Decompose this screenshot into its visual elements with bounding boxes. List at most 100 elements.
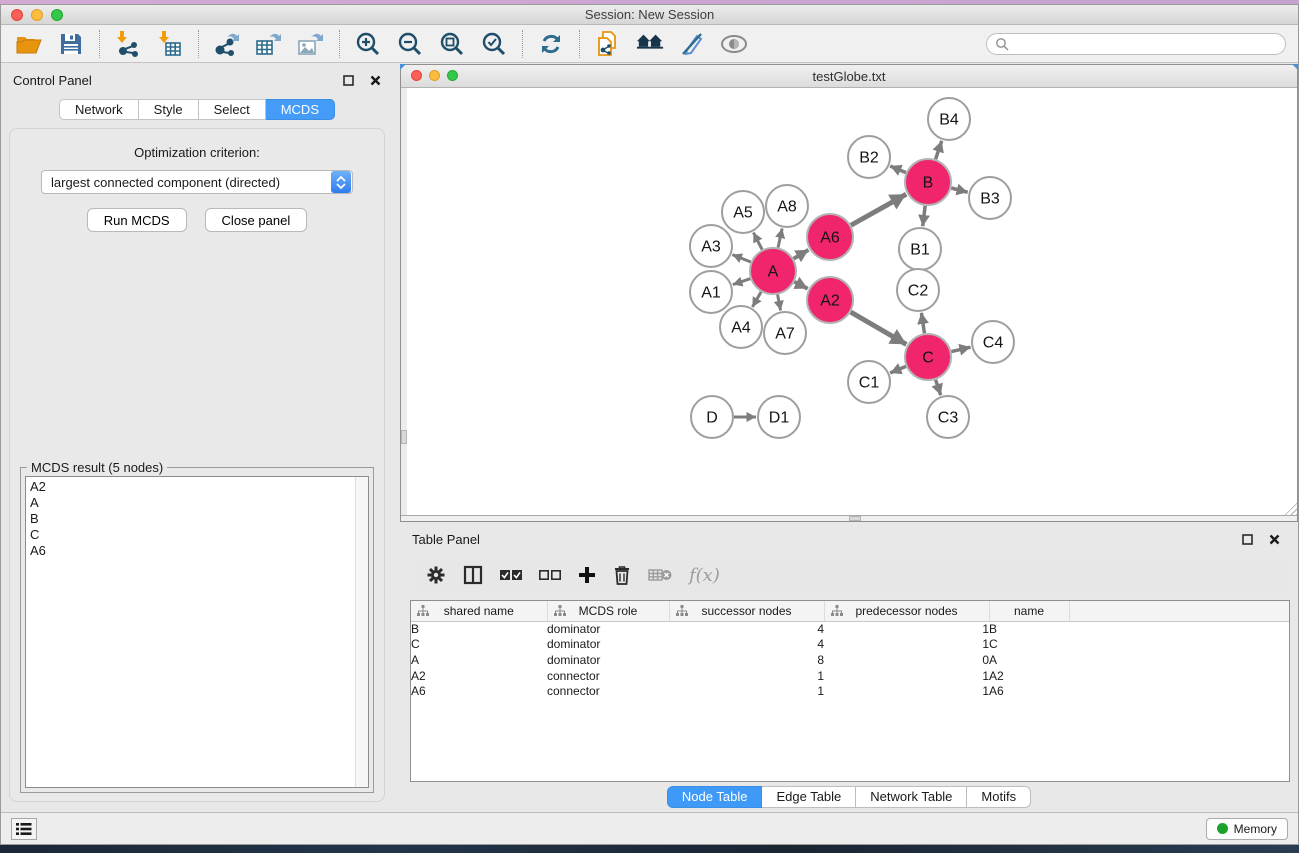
node-C1[interactable]: C1: [848, 361, 890, 403]
edge-A-A7[interactable]: [778, 295, 781, 311]
column-header-successor-nodes[interactable]: successor nodes: [669, 601, 824, 621]
edge-A-A1[interactable]: [733, 279, 750, 285]
close-window-button[interactable]: [11, 9, 23, 21]
home-layout-icon[interactable]: [636, 30, 664, 58]
edge-A-A6[interactable]: [794, 250, 809, 259]
node-C4[interactable]: C4: [972, 321, 1014, 363]
node-A5[interactable]: A5: [722, 191, 764, 233]
edge-B-B4[interactable]: [936, 141, 942, 159]
table-row[interactable]: Adominator80A: [411, 652, 1289, 668]
table-row[interactable]: A6connector11A6: [411, 683, 1289, 699]
edge-B-B1[interactable]: [923, 206, 925, 226]
close-panel-button[interactable]: Close panel: [205, 208, 308, 232]
tab-motifs[interactable]: Motifs: [967, 786, 1031, 808]
node-C[interactable]: C: [905, 334, 951, 380]
edge-C-C1[interactable]: [890, 366, 906, 373]
column-header-name[interactable]: name: [989, 601, 1069, 621]
close-panel-icon[interactable]: [1269, 534, 1280, 545]
close-panel-icon[interactable]: [370, 75, 381, 86]
run-mcds-button[interactable]: Run MCDS: [87, 208, 187, 232]
zoom-selected-icon[interactable]: [480, 30, 508, 58]
select-all-icon[interactable]: [500, 569, 522, 581]
network-minimize-button[interactable]: [429, 70, 440, 81]
add-column-icon[interactable]: [578, 566, 596, 584]
export-network-icon[interactable]: [213, 30, 241, 58]
column-header-predecessor-nodes[interactable]: predecessor nodes: [824, 601, 989, 621]
node-B1[interactable]: B1: [899, 228, 941, 270]
node-A8[interactable]: A8: [766, 185, 808, 227]
zoom-out-icon[interactable]: [396, 30, 424, 58]
column-header-shared-name[interactable]: shared name: [411, 601, 547, 621]
show-graphics-details-icon[interactable]: [720, 30, 748, 58]
edge-A2-C[interactable]: [851, 312, 907, 344]
function-builder-icon[interactable]: f(x): [689, 565, 720, 586]
delete-table-icon[interactable]: [648, 567, 672, 583]
network-horizontal-scrollbar[interactable]: [401, 515, 1297, 521]
node-D[interactable]: D: [691, 396, 733, 438]
mcds-result-item[interactable]: A2: [30, 479, 355, 495]
float-panel-icon[interactable]: [1242, 534, 1253, 545]
maximize-window-button[interactable]: [51, 9, 63, 21]
task-history-button[interactable]: [11, 818, 37, 840]
tab-select[interactable]: Select: [199, 99, 266, 120]
edge-A-A8[interactable]: [778, 228, 782, 247]
node-B3[interactable]: B3: [969, 177, 1011, 219]
edge-A-A4[interactable]: [752, 292, 761, 307]
optimization-criterion-select[interactable]: largest connected component (directed): [41, 170, 353, 194]
node-C2[interactable]: C2: [897, 269, 939, 311]
network-canvas[interactable]: B4B2BB3A5A8A6A3B1AA1C2A2A4A7C4CC1C3DD1: [407, 88, 1297, 515]
column-view-icon[interactable]: [463, 565, 483, 585]
table-row[interactable]: A2connector11A2: [411, 668, 1289, 684]
column-header-MCDS-role[interactable]: MCDS role: [547, 601, 669, 621]
hide-annotations-icon[interactable]: [678, 30, 706, 58]
deselect-all-icon[interactable]: [539, 569, 561, 581]
edge-A-A3[interactable]: [732, 255, 750, 262]
edge-B-B3[interactable]: [951, 188, 967, 192]
node-B2[interactable]: B2: [848, 136, 890, 178]
import-network-icon[interactable]: [114, 30, 142, 58]
mcds-result-item[interactable]: B: [30, 511, 355, 527]
float-panel-icon[interactable]: [343, 75, 354, 86]
mcds-result-item[interactable]: A: [30, 495, 355, 511]
mcds-result-item[interactable]: C: [30, 527, 355, 543]
network-close-button[interactable]: [411, 70, 422, 81]
mcds-list-scrollbar[interactable]: [355, 477, 368, 787]
node-B[interactable]: B: [905, 159, 951, 205]
table-settings-icon[interactable]: [426, 565, 446, 585]
edge-A6-B[interactable]: [851, 194, 906, 225]
zoom-fit-icon[interactable]: [438, 30, 466, 58]
node-B4[interactable]: B4: [928, 98, 970, 140]
edge-C-C2[interactable]: [921, 313, 924, 334]
network-maximize-button[interactable]: [447, 70, 458, 81]
open-session-icon[interactable]: [15, 30, 43, 58]
node-A7[interactable]: A7: [764, 312, 806, 354]
search-input[interactable]: [986, 33, 1286, 55]
mcds-result-item[interactable]: A6: [30, 543, 355, 559]
tab-mcds[interactable]: MCDS: [266, 99, 335, 120]
export-table-icon[interactable]: [255, 30, 283, 58]
zoom-in-icon[interactable]: [354, 30, 382, 58]
node-A2[interactable]: A2: [807, 277, 853, 323]
edge-C-C4[interactable]: [951, 347, 970, 351]
save-session-icon[interactable]: [57, 30, 85, 58]
new-network-from-selection-icon[interactable]: [594, 30, 622, 58]
tab-network-table[interactable]: Network Table: [856, 786, 967, 808]
edge-A-A5[interactable]: [753, 233, 762, 250]
tab-node-table[interactable]: Node Table: [667, 786, 763, 808]
delete-column-icon[interactable]: [613, 565, 631, 585]
node-A1[interactable]: A1: [690, 271, 732, 313]
minimize-window-button[interactable]: [31, 9, 43, 21]
table-row[interactable]: Bdominator41B: [411, 621, 1289, 637]
tab-edge-table[interactable]: Edge Table: [762, 786, 856, 808]
edge-A-A2[interactable]: [794, 282, 807, 289]
refresh-icon[interactable]: [537, 30, 565, 58]
tab-network[interactable]: Network: [59, 99, 139, 120]
node-A6[interactable]: A6: [807, 214, 853, 260]
node-A4[interactable]: A4: [720, 306, 762, 348]
memory-button[interactable]: Memory: [1206, 818, 1288, 840]
node-A[interactable]: A: [750, 248, 796, 294]
edge-B-B2[interactable]: [890, 166, 906, 173]
node-A3[interactable]: A3: [690, 225, 732, 267]
table-row[interactable]: Cdominator41C: [411, 637, 1289, 653]
edge-C-C3[interactable]: [936, 380, 941, 395]
